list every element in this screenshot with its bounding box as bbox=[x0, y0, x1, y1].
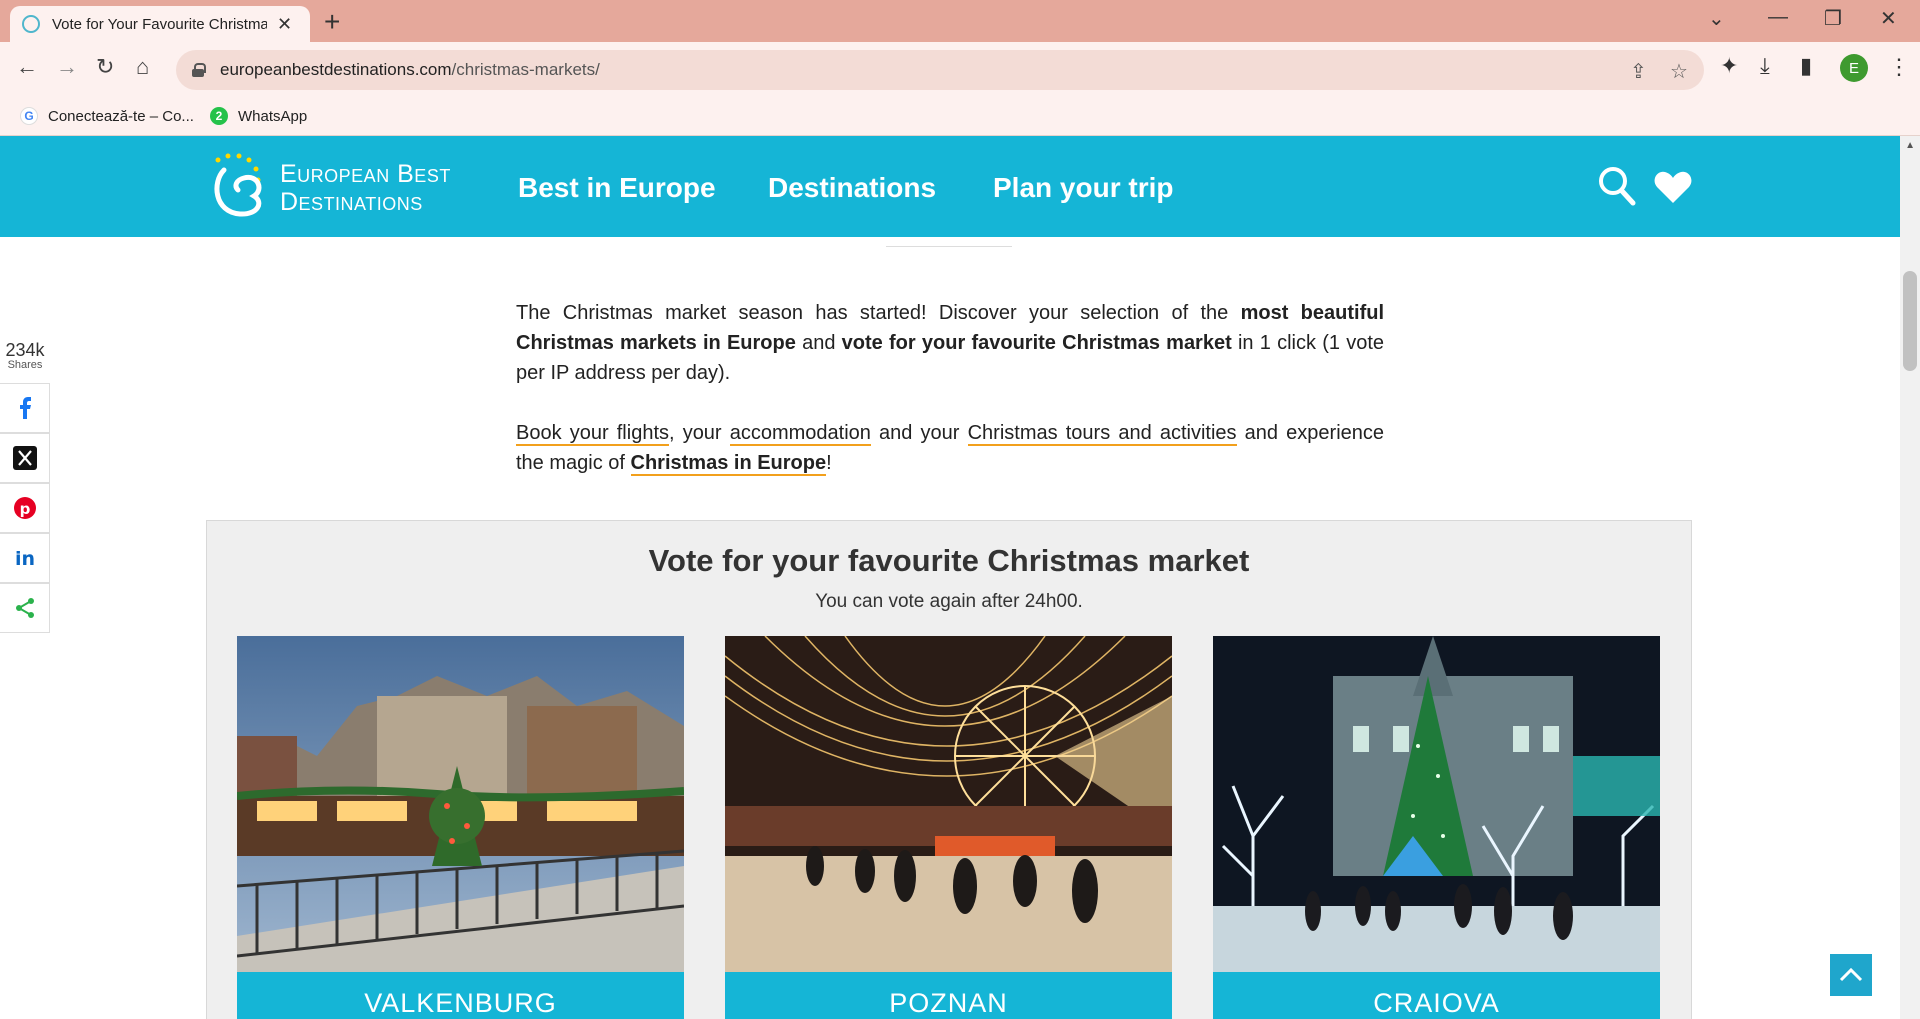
extensions-icon[interactable]: ✦ bbox=[1720, 55, 1738, 77]
svg-text:p: p bbox=[19, 500, 30, 518]
home-icon[interactable]: ⌂ bbox=[136, 56, 149, 78]
side-panel-icon[interactable]: ▮ bbox=[1800, 55, 1812, 77]
url-path: /christmas-markets/ bbox=[451, 60, 600, 79]
whatsapp-icon: 2 bbox=[210, 107, 228, 125]
more-share-button[interactable] bbox=[0, 583, 50, 633]
divider bbox=[886, 246, 1012, 247]
address-bar[interactable]: europeanbestdestinations.com/christmas-m… bbox=[176, 50, 1704, 90]
pinterest-icon: p bbox=[13, 497, 36, 519]
share-page-icon[interactable]: ⇪ bbox=[1630, 59, 1647, 84]
new-tab-icon[interactable]: + bbox=[324, 8, 340, 36]
reload-icon[interactable]: ↻ bbox=[96, 56, 114, 78]
tab-title: Vote for Your Favourite Christmas bbox=[52, 15, 267, 33]
pinterest-share-button[interactable]: p bbox=[0, 483, 50, 533]
forward-icon[interactable]: → bbox=[56, 56, 78, 78]
christmas-in-europe-link[interactable]: Christmas in Europe bbox=[630, 452, 827, 476]
share-count: 234k bbox=[5, 340, 45, 360]
browser-toolbar: ← → ↻ ⌂ europeanbestdestinations.com/chr… bbox=[0, 42, 1920, 98]
search-icon[interactable] bbox=[1598, 166, 1636, 211]
vote-box: Vote for your favourite Christmas market… bbox=[206, 520, 1692, 1019]
download-icon[interactable]: ⤓ bbox=[1760, 55, 1770, 77]
bookmark-label: WhatsApp bbox=[238, 107, 308, 125]
nav-best-in-europe[interactable]: Best in Europe bbox=[518, 172, 716, 204]
vote-subtitle: You can vote again after 24h00. bbox=[815, 591, 1083, 612]
profile-avatar[interactable]: E bbox=[1840, 54, 1868, 82]
booking-paragraph: Book your flights, your accommodation an… bbox=[516, 422, 1385, 476]
close-tab-icon[interactable]: ✕ bbox=[277, 14, 292, 35]
valkenburg-photo[interactable] bbox=[237, 636, 684, 972]
market-card-valkenburg[interactable]: VALKENBURG bbox=[237, 636, 684, 1019]
google-icon: G bbox=[20, 107, 38, 125]
craiova-photo[interactable] bbox=[1213, 636, 1660, 972]
nav-plan-your-trip[interactable]: Plan your trip bbox=[993, 172, 1173, 204]
logo-mark-icon bbox=[214, 153, 262, 217]
heart-icon[interactable] bbox=[1654, 170, 1692, 209]
site-favicon-icon bbox=[22, 15, 40, 33]
christmas-tours-link[interactable]: Christmas tours and activities bbox=[967, 422, 1237, 446]
url-host: europeanbestdestinations.com bbox=[220, 60, 452, 79]
poznan-photo[interactable] bbox=[725, 636, 1172, 972]
chevron-up-icon bbox=[1839, 968, 1863, 982]
intro-paragraph: The Christmas market season has started!… bbox=[516, 302, 1385, 384]
site-logo[interactable]: European Best Destinations bbox=[208, 152, 468, 222]
bookmarks-bar: G Conectează-te – Co... 2 WhatsApp bbox=[0, 98, 1920, 136]
scrollbar-thumb[interactable] bbox=[1903, 271, 1917, 371]
window-close-icon[interactable]: ✕ bbox=[1880, 6, 1897, 31]
book-flights-link[interactable]: Book your flights bbox=[516, 422, 669, 446]
tab-search-icon[interactable]: ⌄ bbox=[1708, 6, 1725, 31]
intro-text: The Christmas market season has started!… bbox=[516, 298, 1384, 508]
page-scrollbar[interactable]: ▲ bbox=[1900, 136, 1920, 1019]
bookmark-star-icon[interactable]: ☆ bbox=[1670, 59, 1688, 84]
minimize-icon[interactable]: — bbox=[1768, 6, 1788, 29]
bookmark-item[interactable]: G Conectează-te – Co... bbox=[20, 107, 194, 125]
site-header: European Best Destinations Best in Europ… bbox=[0, 136, 1900, 237]
menu-icon[interactable]: ⋮ bbox=[1888, 54, 1910, 80]
linkedin-share-button[interactable]: in bbox=[0, 533, 50, 583]
bookmark-label: Conectează-te – Co... bbox=[48, 107, 194, 125]
nav-destinations[interactable]: Destinations bbox=[768, 172, 936, 204]
accommodation-link[interactable]: accommodation bbox=[729, 422, 871, 446]
browser-tab[interactable]: Vote for Your Favourite Christmas ✕ bbox=[10, 6, 310, 42]
market-card-craiova[interactable]: CRAIOVA bbox=[1213, 636, 1660, 1019]
scroll-to-top-button[interactable] bbox=[1830, 954, 1872, 996]
x-share-button[interactable] bbox=[0, 433, 50, 483]
vote-title: Vote for your favourite Christmas market bbox=[648, 543, 1250, 578]
share-label: Shares bbox=[7, 359, 43, 371]
market-name[interactable]: CRAIOVA bbox=[1213, 972, 1660, 1019]
restore-icon[interactable]: ❐ bbox=[1824, 6, 1842, 31]
linkedin-icon: in bbox=[14, 548, 34, 570]
x-icon bbox=[12, 446, 37, 470]
market-name[interactable]: VALKENBURG bbox=[237, 972, 684, 1019]
facebook-share-button[interactable] bbox=[0, 383, 50, 433]
svg-text:in: in bbox=[14, 548, 34, 570]
bookmark-item[interactable]: 2 WhatsApp bbox=[210, 107, 307, 125]
back-icon[interactable]: ← bbox=[16, 56, 38, 78]
page-viewport: European Best Destinations Best in Europ… bbox=[0, 136, 1920, 1019]
facebook-icon bbox=[19, 397, 31, 419]
share-icon bbox=[15, 598, 34, 618]
market-card-poznan[interactable]: POZNAN bbox=[725, 636, 1172, 1019]
market-name[interactable]: POZNAN bbox=[725, 972, 1172, 1019]
browser-tabbar: Vote for Your Favourite Christmas ✕ + ⌄ … bbox=[0, 0, 1920, 42]
lock-icon[interactable] bbox=[192, 63, 206, 77]
share-sidebar: 234k Shares p in bbox=[0, 341, 50, 633]
scroll-up-icon[interactable]: ▲ bbox=[1905, 140, 1915, 151]
logo-text: European Best Destinations bbox=[280, 160, 451, 216]
